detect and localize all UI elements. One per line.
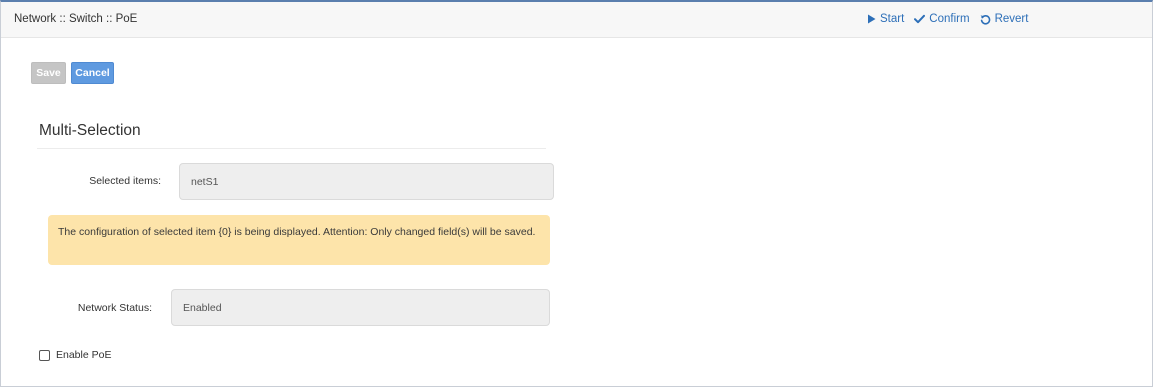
selected-items-label: Selected items: <box>89 175 161 187</box>
cancel-button[interactable]: Cancel <box>71 62 114 84</box>
confirm-label: Confirm <box>929 13 970 25</box>
check-icon <box>914 14 926 24</box>
start-label: Start <box>880 13 905 25</box>
play-icon <box>867 14 876 24</box>
network-status-label: Network Status: <box>77 302 152 314</box>
warning-alert-text: The configuration of selected item {0} i… <box>58 226 536 238</box>
network-status-field: Enabled <box>171 289 550 326</box>
network-status-value: Enabled <box>183 301 222 314</box>
section-title: Multi-Selection <box>39 122 141 139</box>
enable-poe-checkbox[interactable] <box>39 349 50 361</box>
selected-items-value: netS1 <box>191 175 219 188</box>
breadcrumb: Network :: Switch :: PoE <box>14 13 138 25</box>
revert-button[interactable]: Revert <box>980 13 1029 25</box>
save-button[interactable]: Save <box>31 62 66 84</box>
confirm-button[interactable]: Confirm <box>914 13 970 25</box>
section-divider <box>37 148 546 149</box>
start-button[interactable]: Start <box>867 13 904 25</box>
selected-items-field: netS1 <box>179 163 554 200</box>
header-actions: Start Confirm Revert <box>867 13 1028 25</box>
header-bar: Network :: Switch :: PoE Start Confirm R… <box>1 2 1152 38</box>
revert-icon <box>980 14 991 25</box>
enable-poe-label: Enable PoE <box>56 349 112 361</box>
revert-label: Revert <box>994 13 1029 25</box>
warning-alert: The configuration of selected item {0} i… <box>48 215 550 265</box>
main-panel: Network :: Switch :: PoE Start Confirm R… <box>0 0 1153 387</box>
enable-poe-row[interactable]: Enable PoE <box>39 349 111 361</box>
